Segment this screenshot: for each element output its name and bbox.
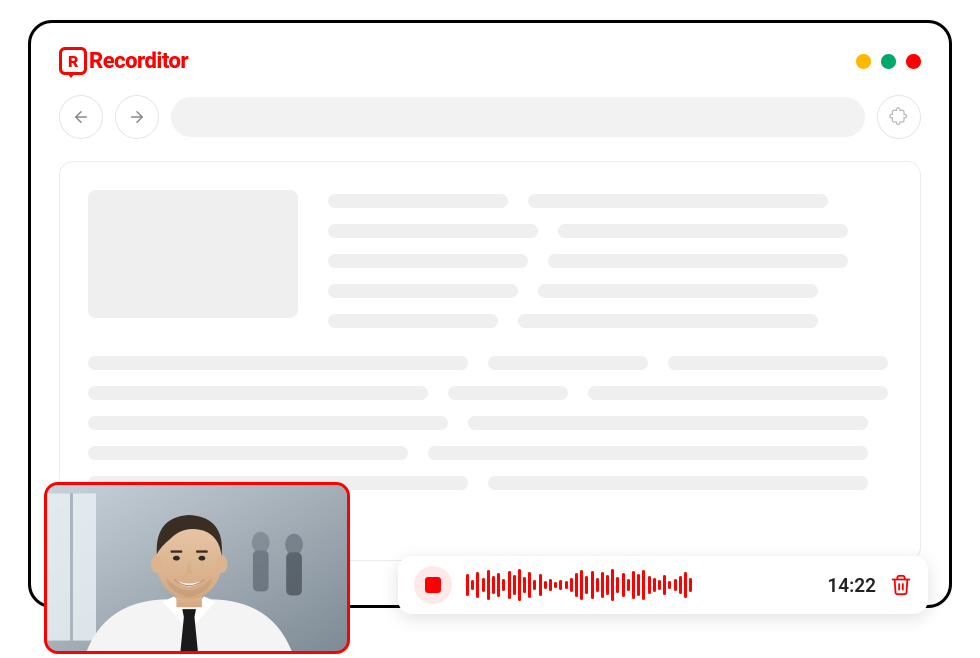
app-name: Recorditor	[89, 49, 188, 74]
waveform-bar	[611, 569, 614, 601]
stop-recording-button[interactable]	[414, 566, 452, 604]
placeholder-bar	[668, 356, 888, 370]
close-button[interactable]	[906, 54, 921, 69]
waveform-bar	[616, 577, 619, 593]
forward-button[interactable]	[115, 95, 159, 139]
placeholder-bar	[588, 386, 888, 400]
placeholder-bar	[88, 446, 408, 460]
waveform-bar	[658, 580, 661, 590]
waveform-bar	[544, 581, 547, 589]
waveform-bar	[533, 580, 536, 590]
waveform-bar	[549, 579, 552, 591]
waveform-bar	[689, 578, 692, 592]
placeholder-bar	[518, 314, 818, 328]
extensions-button[interactable]	[877, 95, 921, 139]
placeholder-bar	[328, 254, 528, 268]
waveform-bar	[528, 572, 531, 598]
title-bar: Recorditor	[59, 47, 921, 75]
placeholder-bar	[528, 194, 828, 208]
waveform-bar	[632, 571, 635, 599]
waveform-bar	[497, 573, 500, 597]
waveform-bar	[637, 574, 640, 596]
waveform-bar	[668, 581, 671, 589]
delete-recording-button[interactable]	[890, 574, 912, 596]
waveform-bar	[565, 581, 568, 589]
placeholder-text-cols	[328, 190, 892, 328]
placeholder-bar	[558, 224, 848, 238]
waveform-bar	[622, 573, 625, 597]
waveform-bar	[570, 578, 573, 592]
waveform-bar	[679, 576, 682, 594]
waveform-bar	[601, 572, 604, 598]
audio-waveform	[466, 567, 813, 603]
placeholder-bar	[488, 356, 648, 370]
placeholder-bar	[88, 416, 448, 430]
waveform-bar	[513, 575, 516, 595]
recording-toolbar: 14:22	[398, 556, 928, 614]
waveform-bar	[482, 578, 485, 592]
waveform-bar	[492, 576, 495, 594]
arrow-right-icon	[128, 108, 146, 126]
waveform-bar	[476, 572, 479, 598]
waveform-bar	[627, 579, 630, 591]
placeholder-bar	[428, 446, 868, 460]
placeholder-bar	[448, 386, 568, 400]
arrow-left-icon	[72, 108, 90, 126]
navigation-bar	[59, 95, 921, 139]
waveform-bar	[518, 569, 521, 601]
placeholder-bar	[548, 254, 848, 268]
waveform-bar	[466, 574, 469, 596]
placeholder-hero-row	[88, 190, 892, 328]
waveform-bar	[585, 576, 588, 594]
waveform-bar	[554, 582, 557, 588]
waveform-bar	[642, 570, 645, 600]
maximize-button[interactable]	[881, 54, 896, 69]
recording-time: 14:22	[827, 574, 876, 597]
puzzle-icon	[889, 107, 909, 127]
waveform-bar	[591, 571, 594, 599]
waveform-bar	[674, 579, 677, 591]
waveform-bar	[606, 575, 609, 595]
placeholder-bar	[538, 284, 818, 298]
placeholder-bar	[328, 284, 518, 298]
logo-icon	[59, 47, 87, 75]
address-bar[interactable]	[171, 97, 865, 137]
app-logo: Recorditor	[59, 47, 188, 75]
back-button[interactable]	[59, 95, 103, 139]
placeholder-bar	[328, 314, 498, 328]
minimize-button[interactable]	[856, 54, 871, 69]
placeholder-bar	[328, 224, 538, 238]
waveform-bar	[575, 573, 578, 597]
waveform-bar	[559, 580, 562, 590]
stop-icon	[425, 577, 441, 593]
waveform-bar	[508, 571, 511, 599]
webcam-preview[interactable]	[44, 482, 350, 654]
placeholder-paragraph	[88, 356, 892, 490]
placeholder-thumbnail	[88, 190, 298, 318]
waveform-bar	[487, 570, 490, 600]
placeholder-bar	[328, 194, 508, 208]
waveform-bar	[684, 572, 687, 598]
waveform-bar	[471, 580, 474, 590]
waveform-bar	[523, 577, 526, 593]
waveform-bar	[539, 574, 542, 596]
waveform-bar	[653, 578, 656, 592]
window-controls	[856, 54, 921, 69]
waveform-bar	[663, 575, 666, 595]
placeholder-bar	[88, 386, 428, 400]
placeholder-bar	[88, 356, 468, 370]
waveform-bar	[580, 570, 583, 600]
waveform-bar	[596, 578, 599, 592]
placeholder-bar	[468, 416, 868, 430]
waveform-bar	[648, 576, 651, 594]
waveform-bar	[502, 579, 505, 591]
placeholder-bar	[488, 476, 868, 490]
